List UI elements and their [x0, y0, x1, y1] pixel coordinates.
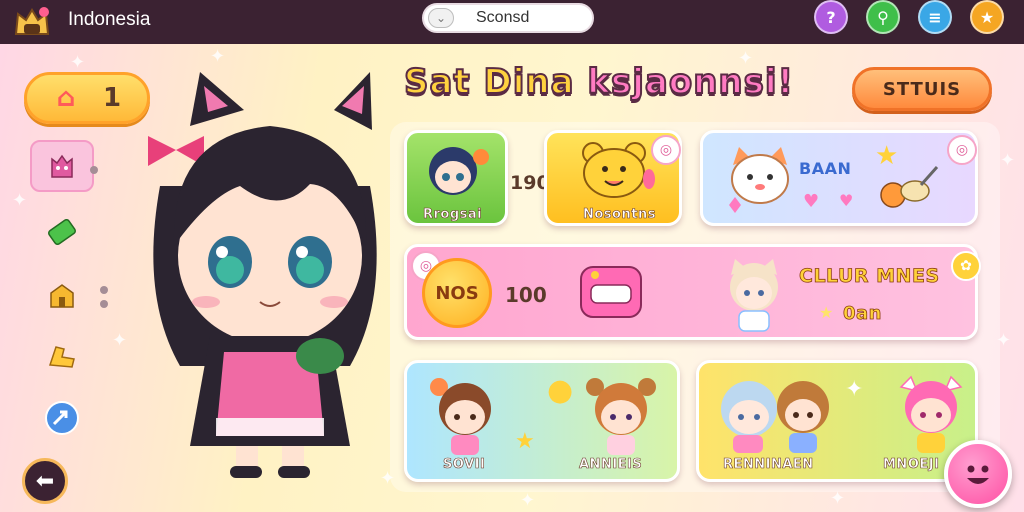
sovii-label: SOVII — [443, 457, 486, 473]
bookmark-icon[interactable]: ◎ — [651, 135, 681, 165]
settings-icon[interactable]: ≡ — [918, 0, 952, 34]
character-avatar — [730, 259, 778, 332]
club-title: CLLUR MNES — [799, 265, 940, 288]
bookmark-icon[interactable]: ◎ — [947, 135, 977, 165]
character-illustration — [120, 66, 410, 486]
sidebar-item-share[interactable] — [30, 392, 94, 444]
sparkle-icon: ✦ — [845, 377, 864, 402]
indicator-dot — [90, 166, 98, 174]
sparkle-icon: ✦ — [70, 52, 86, 73]
sidebar-item-cat[interactable] — [30, 140, 94, 192]
sparkle-icon: ✦ — [520, 490, 536, 511]
smiley-icon — [967, 465, 989, 484]
annieis-label: ANNIEIS — [579, 457, 643, 473]
bear-card[interactable]: ◎ Nosontns — [544, 130, 682, 226]
monster-box-icon — [580, 266, 642, 318]
heart-icon: ♥ — [839, 191, 854, 210]
star-icon: ★ — [819, 303, 834, 322]
sparkle-icon: ✦ — [1000, 150, 1016, 171]
emote-button[interactable] — [944, 440, 1012, 508]
club-value: 0an — [843, 303, 882, 325]
sidebar-item-house[interactable] — [30, 270, 94, 322]
renninaen-label: RENNINAEN — [723, 457, 814, 473]
cat-icon — [51, 154, 73, 178]
level-value: 1 — [103, 83, 122, 113]
top-bar: Indonesia ⌄ Sconsd ? ⚲ ≡ ★ — [0, 0, 1024, 44]
profile-card[interactable]: Rrogsai — [404, 130, 508, 226]
character-avatar — [429, 147, 489, 195]
banner-part-2: ksjaonnsi! — [586, 61, 795, 103]
mnoeji-label: MNOEJI — [883, 457, 940, 473]
sparkle-icon: ✦ — [210, 46, 226, 67]
nos-value: 100 — [505, 283, 547, 307]
app-title: Indonesia — [68, 9, 151, 30]
shoe-icon — [48, 346, 75, 368]
indicator-dot — [100, 300, 108, 308]
friends-card[interactable]: ● ★ SOVII ANNIEIS — [404, 360, 680, 482]
key-icon[interactable]: ⚲ — [866, 0, 900, 34]
heart-icon: ♥ — [803, 191, 820, 212]
sidebar — [28, 134, 108, 450]
sidebar-item-shoe[interactable] — [30, 330, 94, 382]
cat-logo-icon[interactable] — [12, 4, 52, 40]
banner-part-1: Sat Dina — [403, 61, 588, 103]
food-icon — [880, 166, 939, 208]
bear-label: Nosontns — [583, 207, 656, 223]
character-avatar — [586, 378, 656, 455]
cat-face-icon — [729, 147, 789, 213]
home-icon: ⌂ — [56, 83, 76, 113]
share-icon — [45, 401, 79, 435]
baan-label-text: BAAN — [799, 159, 852, 178]
question-icon[interactable]: ? — [814, 0, 848, 34]
house-icon — [50, 284, 74, 308]
group-card[interactable]: ✦ RENNINAEN MNOEJI — [696, 360, 978, 482]
trophy-icon[interactable]: ★ — [970, 0, 1004, 34]
back-arrow-icon: ⬅ — [35, 468, 55, 494]
indicator-dot — [100, 286, 108, 294]
banner-title: Sat Dina ksjaonnsi! — [403, 61, 795, 103]
sidebar-item-ticket[interactable] — [30, 206, 94, 258]
star-icon: ★ — [515, 429, 535, 454]
profile-label: Rrogsai — [423, 207, 483, 223]
chevron-down-icon[interactable]: ⌄ — [428, 8, 454, 28]
search-input[interactable]: ⌄ Sconsd — [422, 3, 594, 33]
group-avatar — [721, 381, 829, 453]
nos-button[interactable]: NOS — [422, 258, 492, 328]
search-value: Sconsd — [476, 9, 530, 26]
sun-icon: ● — [547, 373, 574, 408]
character-avatar — [899, 375, 963, 453]
ticket-icon — [48, 218, 76, 246]
bear-face-icon — [582, 142, 655, 198]
status-button[interactable]: STTUIS — [852, 67, 992, 111]
baan-card[interactable]: BAAN ★ ♥ ♥ ◎ — [700, 130, 978, 226]
badge-icon[interactable]: ✿ — [951, 251, 981, 281]
sparkle-icon: ✦ — [12, 190, 28, 211]
back-button[interactable]: ⬅ — [22, 458, 68, 504]
character-avatar — [430, 378, 491, 455]
